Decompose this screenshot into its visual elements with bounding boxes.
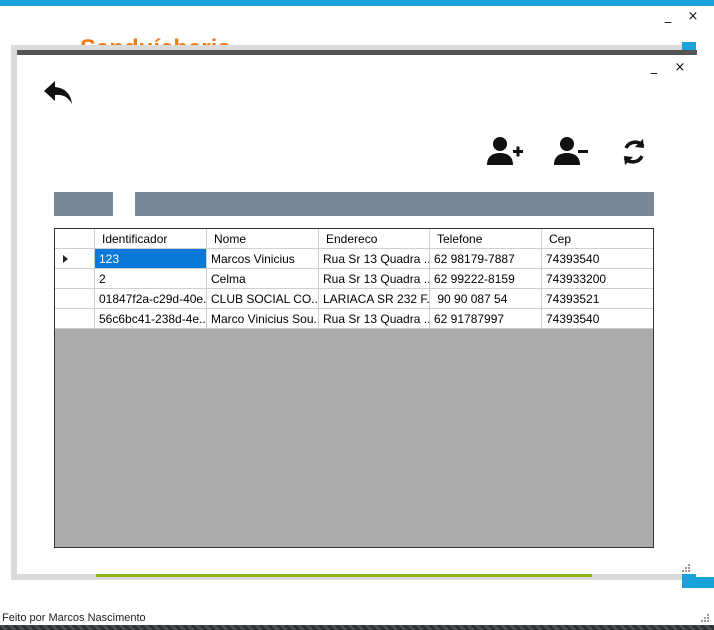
table-cell[interactable]: Marcos Vinicius <box>207 249 319 269</box>
back-button[interactable] <box>43 79 75 107</box>
table-cell[interactable]: Rua Sr 13 Quadra ... <box>319 249 430 269</box>
dialog-close-button[interactable]: × <box>671 59 689 77</box>
table-cell[interactable]: 2 <box>95 269 207 289</box>
current-row-arrow-icon <box>63 255 68 263</box>
table-row[interactable]: 2 Celma Rua Sr 13 Quadra ... 62 99222-81… <box>55 269 653 289</box>
table-cell[interactable]: LARIACA SR 232 F... <box>319 289 430 309</box>
table-cell[interactable]: 56c6bc41-238d-4e... <box>95 309 207 329</box>
footer-credit: Feito por Marcos Nascimento <box>2 612 146 624</box>
back-arrow-icon <box>44 81 72 104</box>
column-header[interactable]: Endereco <box>319 229 430 249</box>
column-header[interactable]: Cep <box>542 229 653 249</box>
main-resize-grip[interactable] <box>700 613 710 623</box>
table-cell[interactable]: Rua Sr 13 Quadra ... <box>319 269 430 289</box>
decorative-green-line <box>96 574 592 577</box>
dialog-resize-grip[interactable] <box>681 563 691 573</box>
row-header-cell[interactable] <box>55 249 95 269</box>
grid-header-row: Identificador Nome Endereco Telefone Cep <box>55 229 653 249</box>
row-header-cell[interactable] <box>55 289 95 309</box>
row-header-cell[interactable] <box>55 309 95 329</box>
dialog-minimize-button[interactable]: _ <box>645 59 663 77</box>
add-user-icon <box>487 137 523 165</box>
table-cell[interactable]: 74393540 <box>542 249 653 269</box>
remove-user-icon <box>554 137 588 165</box>
table-cell[interactable]: 62 91787997 <box>430 309 542 329</box>
table-cell[interactable]: 123 <box>95 249 207 269</box>
remove-user-button[interactable] <box>554 135 590 171</box>
table-row[interactable]: 01847f2a-c29d-40e... CLUB SOCIAL CO... L… <box>55 289 653 309</box>
search-input[interactable] <box>135 192 654 216</box>
column-header[interactable]: Nome <box>207 229 319 249</box>
table-row[interactable]: 123 Marcos Vinicius Rua Sr 13 Quadra ...… <box>55 249 653 269</box>
table-cell[interactable]: 01847f2a-c29d-40e... <box>95 289 207 309</box>
table-cell[interactable]: 62 99222-8159 <box>430 269 542 289</box>
table-cell[interactable]: 74393540 <box>542 309 653 329</box>
row-header-cell[interactable] <box>55 269 95 289</box>
clients-grid[interactable]: Identificador Nome Endereco Telefone Cep… <box>54 228 654 548</box>
table-cell[interactable]: Rua Sr 13 Quadra ... <box>319 309 430 329</box>
column-header[interactable]: Identificador <box>95 229 207 249</box>
table-cell[interactable]: 90 90 087 54 <box>430 289 542 309</box>
refresh-button[interactable] <box>617 135 653 171</box>
table-cell[interactable]: 62 98179-7887 <box>430 249 542 269</box>
table-cell[interactable]: 743933200 <box>542 269 653 289</box>
refresh-icon <box>623 139 645 165</box>
add-user-button[interactable] <box>487 135 523 171</box>
column-header[interactable]: Telefone <box>430 229 542 249</box>
main-close-button[interactable]: × <box>684 8 702 26</box>
table-cell[interactable]: Marco Vinicius Sou... <box>207 309 319 329</box>
search-field-label-bar <box>54 192 113 216</box>
clients-dialog: _ × Identificador Nome Endereco Telefone… <box>17 50 697 574</box>
dialog-accent-corner <box>682 577 714 588</box>
grid-corner-cell <box>55 229 95 249</box>
table-cell[interactable]: CLUB SOCIAL CO... <box>207 289 319 309</box>
table-cell[interactable]: Celma <box>207 269 319 289</box>
table-row[interactable]: 56c6bc41-238d-4e... Marco Vinicius Sou..… <box>55 309 653 329</box>
table-cell[interactable]: 74393521 <box>542 289 653 309</box>
main-minimize-button[interactable]: _ <box>659 8 677 26</box>
